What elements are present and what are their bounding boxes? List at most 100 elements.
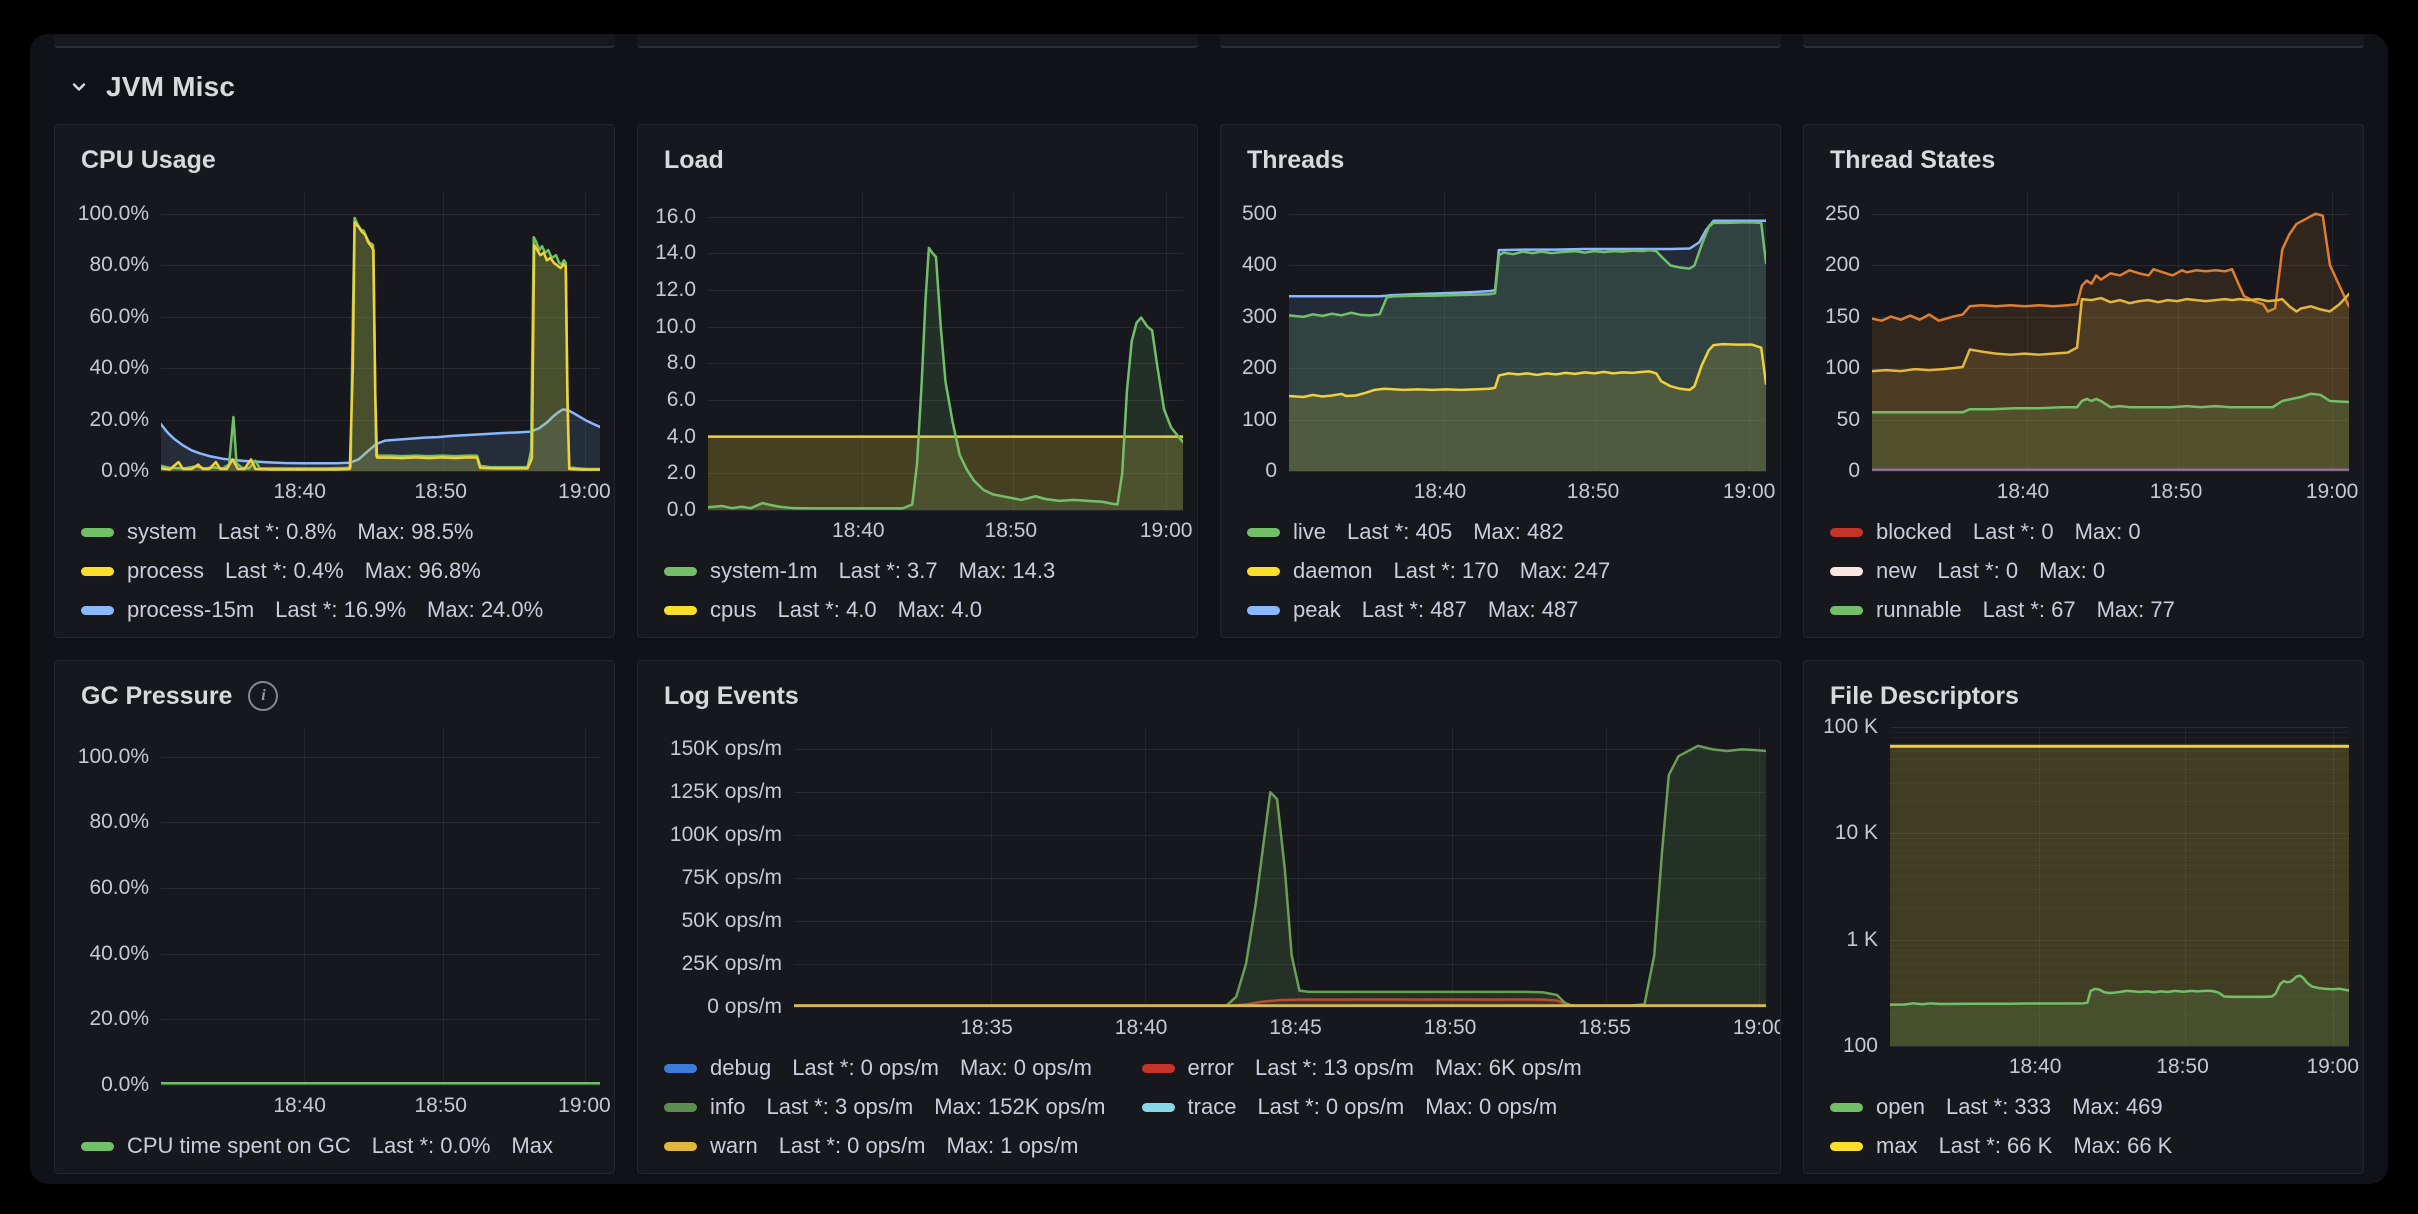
panel-title[interactable]: Load	[664, 146, 724, 175]
x-axis: 18:3518:4018:4518:5018:5519:00	[788, 1007, 1766, 1047]
y-tick-label: 500	[1242, 202, 1277, 226]
legend-series-name[interactable]: new	[1876, 558, 1916, 584]
info-icon[interactable]: i	[248, 681, 278, 711]
legend-item-new[interactable]: newLast *: 0Max: 0	[1830, 558, 2353, 584]
legend-item-process[interactable]: processLast *: 0.4%Max: 96.8%	[81, 558, 604, 584]
panel-title[interactable]: File Descriptors	[1830, 682, 2019, 711]
chart-canvas[interactable]	[1289, 191, 1766, 471]
chart-canvas[interactable]	[1872, 191, 2349, 471]
legend-item-max[interactable]: maxLast *: 66 KMax: 66 K	[1830, 1133, 2353, 1159]
y-tick-label: 100.0%	[78, 202, 149, 226]
row-title[interactable]: JVM Misc	[106, 71, 235, 103]
legend-stat: Last *: 0.0%	[372, 1133, 491, 1159]
y-tick-label: 25K ops/m	[682, 952, 782, 976]
panel-title[interactable]: Threads	[1247, 146, 1344, 175]
x-tick-label: 19:00	[1140, 519, 1193, 543]
legend-series-name[interactable]: system	[127, 519, 197, 545]
panel-stub	[637, 34, 1198, 48]
legend-series-name[interactable]: peak	[1293, 597, 1341, 623]
legend-series-name[interactable]: error	[1188, 1055, 1234, 1081]
legend-item-system-1m[interactable]: system-1mLast *: 3.7Max: 14.3	[664, 558, 1187, 584]
x-axis: 18:4018:5019:00	[1866, 471, 2349, 511]
legend-series-name[interactable]: CPU time spent on GC	[127, 1133, 351, 1159]
legend-item-trace[interactable]: traceLast *: 0 ops/mMax: 0 ops/m	[1142, 1094, 1781, 1120]
y-tick-label: 100.0%	[78, 745, 149, 769]
panel-stub	[1803, 34, 2364, 48]
legend-series-name[interactable]: system-1m	[710, 558, 818, 584]
legend-item-daemon[interactable]: daemonLast *: 170Max: 247	[1247, 558, 1770, 584]
legend-item-debug[interactable]: debugLast *: 0 ops/mMax: 0 ops/m	[664, 1055, 1129, 1081]
panel-title[interactable]: Thread States	[1830, 146, 1995, 175]
legend-color-chip	[664, 1064, 697, 1073]
legend-color-chip	[1247, 567, 1280, 576]
legend-series-name[interactable]: warn	[710, 1133, 758, 1159]
row-header-jvm-misc[interactable]: JVM Misc	[54, 58, 2364, 116]
y-axis: 5004003002001000	[1227, 191, 1289, 471]
legend-series-name[interactable]: process	[127, 558, 204, 584]
y-axis: 100.0%80.0%60.0%40.0%20.0%0.0%	[61, 727, 161, 1085]
y-tick-label: 0.0%	[101, 459, 149, 483]
legend-series-name[interactable]: runnable	[1876, 597, 1962, 623]
y-tick-label: 0 ops/m	[707, 995, 782, 1019]
chart-canvas[interactable]	[1890, 727, 2349, 1046]
chart-canvas[interactable]	[161, 727, 600, 1085]
legend-color-chip	[1247, 606, 1280, 615]
x-tick-label: 18:50	[1567, 480, 1620, 504]
legend: blockedLast *: 0Max: 0 newLast *: 0Max: 0…	[1804, 511, 2363, 637]
legend-series-name[interactable]: info	[710, 1094, 745, 1120]
legend-series-name[interactable]: debug	[710, 1055, 771, 1081]
y-axis: 100.0%80.0%60.0%40.0%20.0%0.0%	[61, 191, 161, 471]
y-tick-label: 40.0%	[89, 356, 149, 380]
legend-item-CPU time spent on GC[interactable]: CPU time spent on GCLast *: 0.0%Max	[81, 1133, 604, 1159]
legend-series-name[interactable]: process-15m	[127, 597, 254, 623]
legend-series-name[interactable]: daemon	[1293, 558, 1373, 584]
y-tick-label: 80.0%	[89, 253, 149, 277]
legend-series-name[interactable]: cpus	[710, 597, 756, 623]
chart-svg	[794, 727, 1766, 1007]
legend-color-chip	[1830, 606, 1863, 615]
x-tick-label: 18:50	[2156, 1055, 2209, 1079]
y-tick-label: 250	[1825, 202, 1860, 226]
legend-item-process-15m[interactable]: process-15mLast *: 16.9%Max: 24.0%	[81, 597, 604, 623]
chart-canvas[interactable]	[794, 727, 1766, 1007]
legend-series-name[interactable]: live	[1293, 519, 1326, 545]
legend-item-system[interactable]: systemLast *: 0.8%Max: 98.5%	[81, 519, 604, 545]
x-tick-label: 18:40	[1414, 480, 1467, 504]
x-tick-label: 19:00	[1723, 480, 1776, 504]
panel-header: Load	[638, 125, 1197, 185]
legend-item-info[interactable]: infoLast *: 3 ops/mMax: 152K ops/m	[664, 1094, 1129, 1120]
legend-item-blocked[interactable]: blockedLast *: 0Max: 0	[1830, 519, 2353, 545]
y-tick-label: 150K ops/m	[670, 737, 782, 761]
chart-svg	[161, 727, 600, 1085]
y-tick-label: 8.0	[667, 351, 696, 375]
legend-item-open[interactable]: openLast *: 333Max: 469	[1830, 1094, 2353, 1120]
legend-item-error[interactable]: errorLast *: 13 ops/mMax: 6K ops/m	[1142, 1055, 1781, 1081]
legend-item-cpus[interactable]: cpusLast *: 4.0Max: 4.0	[664, 597, 1187, 623]
x-tick-label: 18:40	[273, 480, 326, 504]
panel-title[interactable]: GC Pressure	[81, 682, 232, 711]
legend-series-name[interactable]: open	[1876, 1094, 1925, 1120]
x-tick-label: 18:50	[1424, 1016, 1477, 1040]
legend-item-runnable[interactable]: runnableLast *: 67Max: 77	[1830, 597, 2353, 623]
legend-item-warn[interactable]: warnLast *: 0 ops/mMax: 1 ops/m	[664, 1133, 1129, 1159]
legend-stat: Last *: 16.9%	[275, 597, 406, 623]
chevron-down-icon[interactable]	[68, 76, 90, 98]
legend-stat: Last *: 4.0	[777, 597, 876, 623]
legend-series-name[interactable]: trace	[1188, 1094, 1237, 1120]
y-tick-label: 75K ops/m	[682, 866, 782, 890]
legend-item-peak[interactable]: peakLast *: 487Max: 487	[1247, 597, 1770, 623]
legend-color-chip	[81, 528, 114, 537]
x-tick-label: 18:50	[414, 480, 467, 504]
legend-series-name[interactable]: max	[1876, 1133, 1918, 1159]
panel-title[interactable]: Log Events	[664, 682, 799, 711]
panel-load: Load16.014.012.010.08.06.04.02.00.018:40…	[637, 124, 1198, 638]
y-tick-label: 100	[1825, 356, 1860, 380]
legend-item-live[interactable]: liveLast *: 405Max: 482	[1247, 519, 1770, 545]
chart-canvas[interactable]	[708, 191, 1183, 510]
y-tick-label: 40.0%	[89, 942, 149, 966]
chart-canvas[interactable]	[161, 191, 600, 471]
legend-series-name[interactable]: blocked	[1876, 519, 1952, 545]
chart-svg	[1872, 191, 2349, 471]
y-tick-label: 400	[1242, 253, 1277, 277]
panel-title[interactable]: CPU Usage	[81, 146, 216, 175]
